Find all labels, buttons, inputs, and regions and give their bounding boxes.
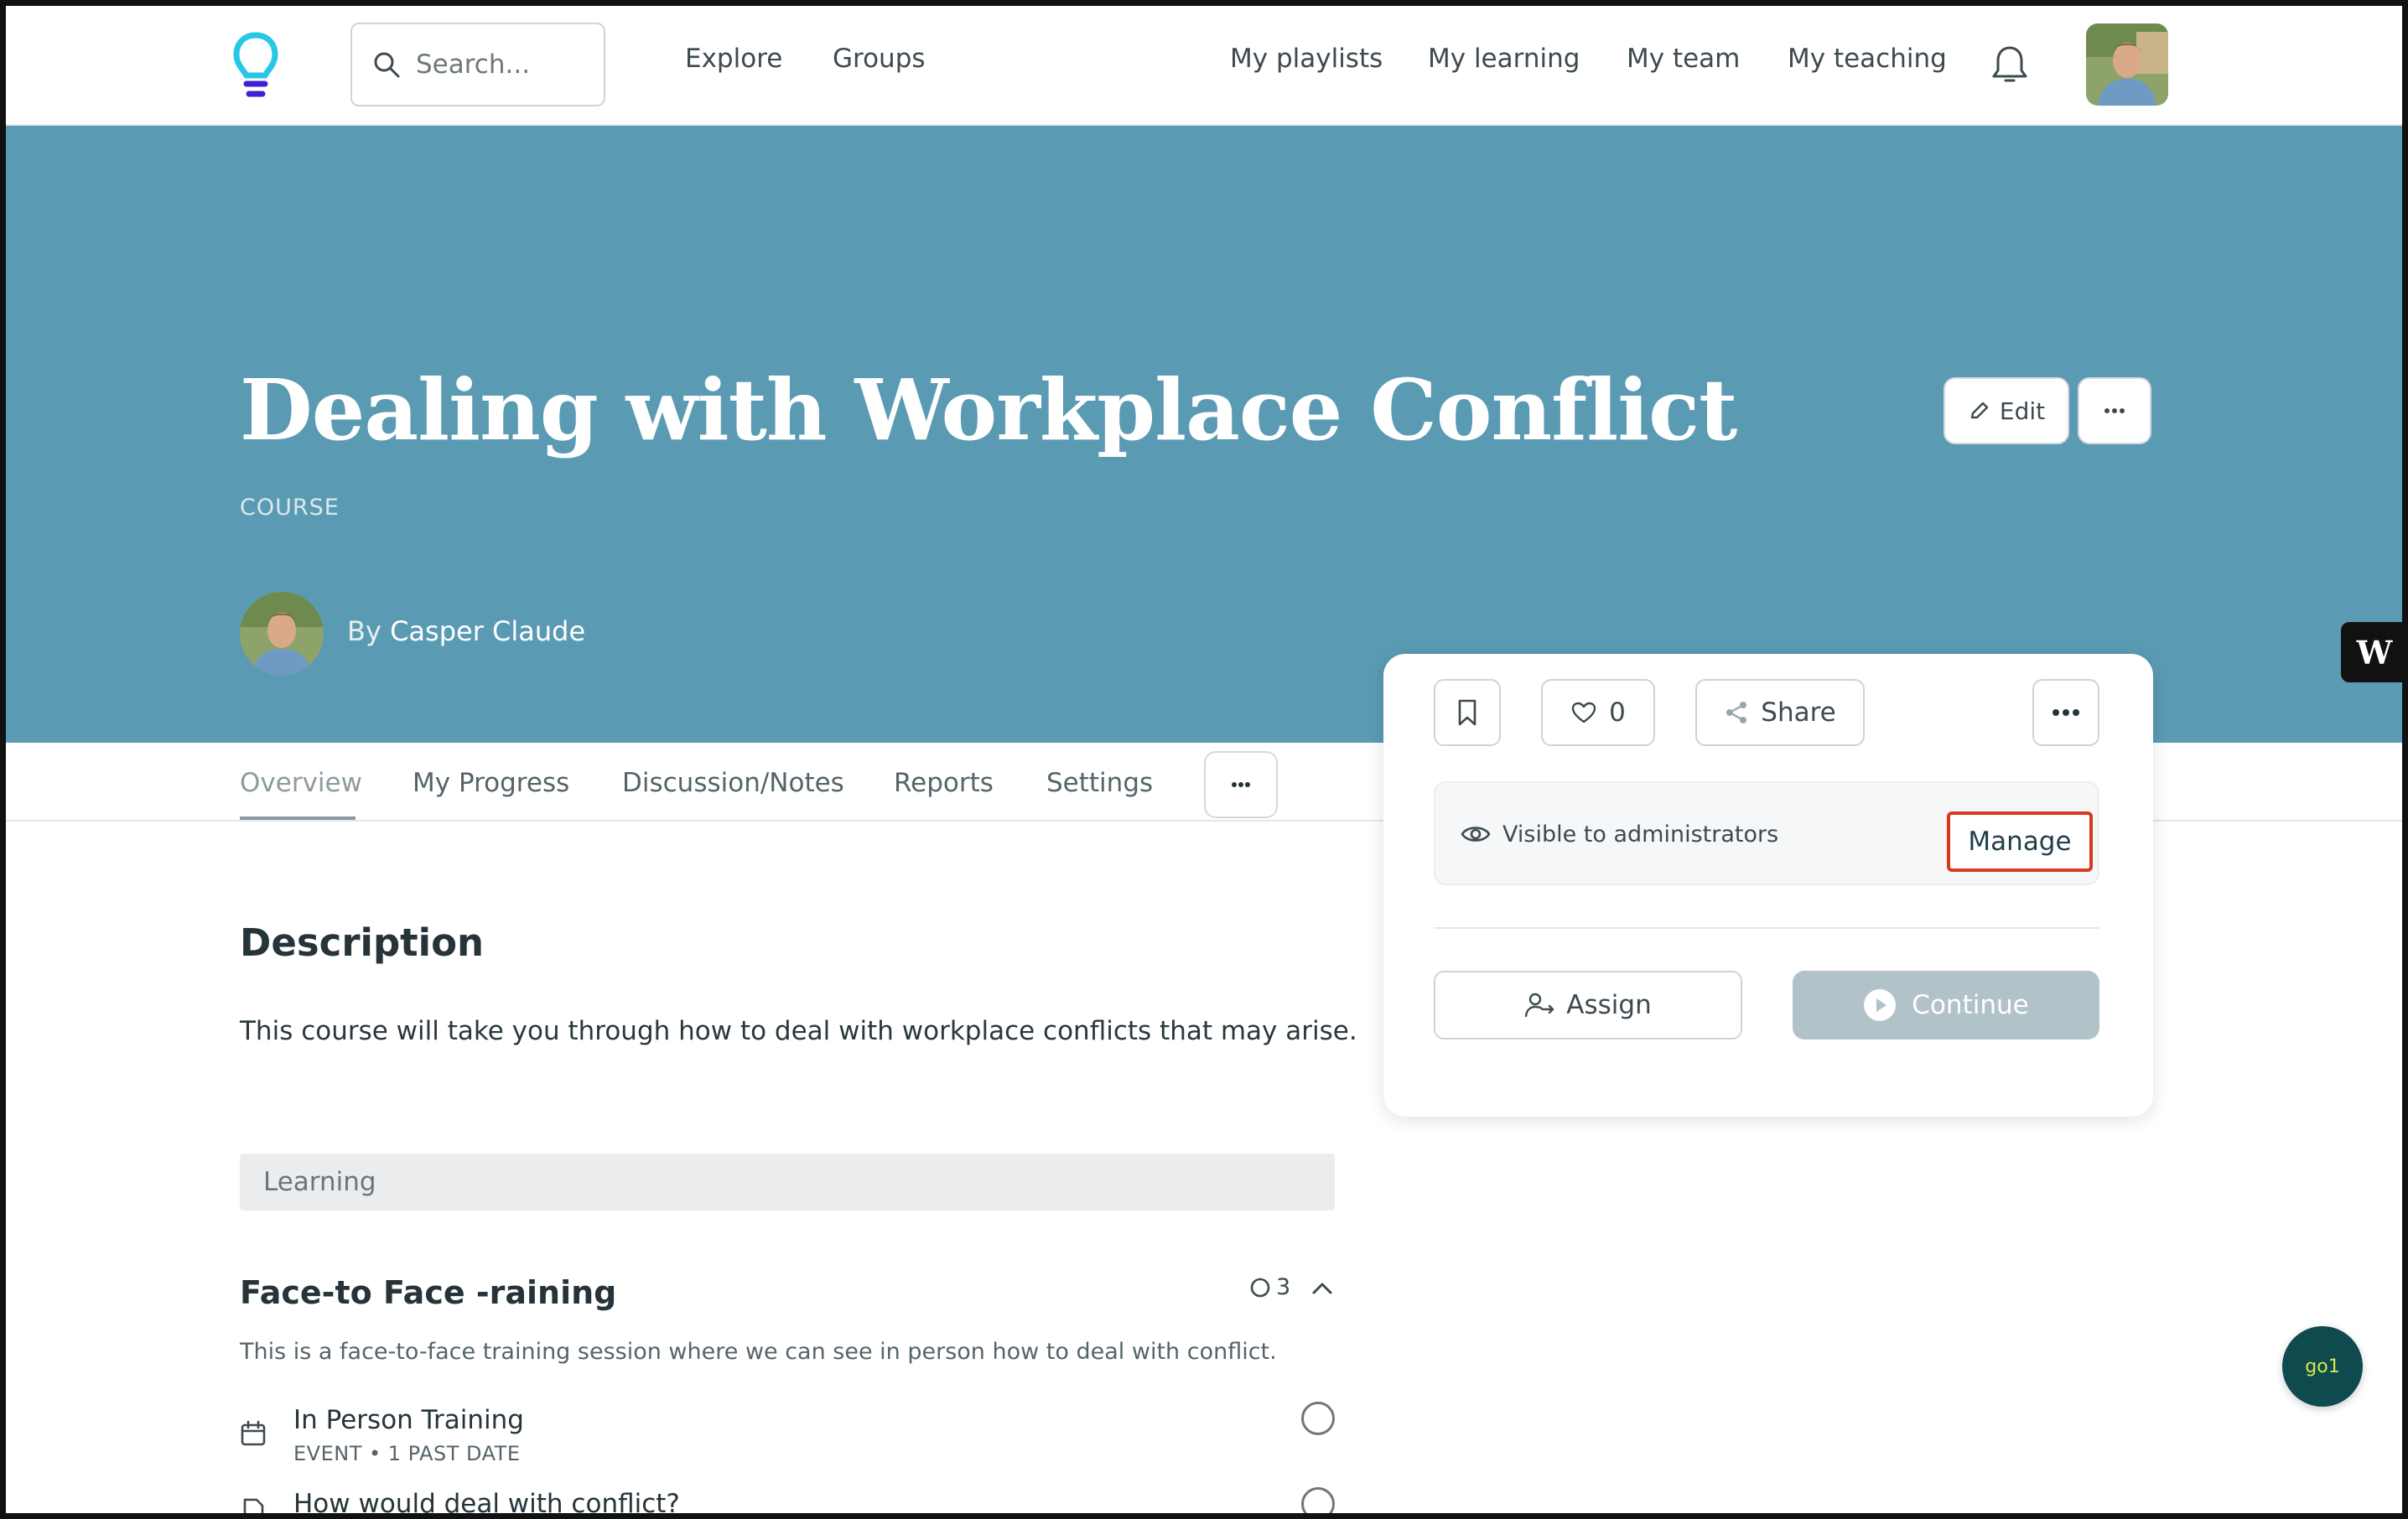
tab-reports[interactable]: Reports (894, 768, 994, 798)
active-tab-indicator (240, 817, 355, 820)
tab-my-progress[interactable]: My Progress (413, 768, 569, 798)
learning-section-header: Learning (240, 1154, 1335, 1211)
tab-overview[interactable]: Overview (240, 768, 362, 798)
pencil-icon (1970, 402, 1989, 419)
section-description: This is a face-to-face training session … (240, 1339, 1277, 1365)
user-avatar[interactable] (2086, 23, 2168, 106)
description-heading: Description (240, 920, 485, 965)
learning-label: Learning (263, 1167, 376, 1197)
visibility-panel: Visible to administrators Manage (1434, 781, 2099, 885)
author-name[interactable]: Casper Claude (390, 615, 585, 647)
w-badge-label: W (2356, 633, 2393, 671)
learning-item-meta: EVENT • 1 PAST DATE (293, 1442, 521, 1465)
card-divider (1434, 927, 2099, 929)
continue-button[interactable]: Continue (1793, 971, 2099, 1039)
like-button[interactable]: 0 (1541, 679, 1655, 746)
ellipsis-icon (1232, 782, 1250, 787)
like-count: 0 (1609, 697, 1626, 728)
w-extension-badge[interactable]: W (2341, 622, 2408, 682)
nav-my-team[interactable]: My team (1627, 44, 1740, 74)
eye-icon (1461, 827, 1491, 842)
nav-my-learning[interactable]: My learning (1428, 44, 1580, 74)
visibility-text: Visible to administrators (1502, 822, 1779, 848)
course-hero: Dealing with Workplace Conflict COURSE B… (0, 126, 2408, 743)
continue-label: Continue (1912, 990, 2029, 1020)
ellipsis-icon (2053, 709, 2079, 716)
document-icon (243, 1498, 264, 1519)
assign-button[interactable]: Assign (1434, 971, 1742, 1039)
hero-more-button[interactable] (2078, 377, 2151, 444)
tabs-more-button[interactable] (1204, 751, 1278, 818)
author-avatar[interactable] (240, 592, 324, 676)
author-line: By Casper Claude (347, 615, 585, 647)
search-icon (374, 52, 400, 78)
description-text: This course will take you through how to… (240, 1016, 1357, 1046)
share-label: Share (1761, 697, 1836, 728)
ellipsis-icon (2104, 408, 2125, 413)
top-navigation: Explore Groups My playlists My learning … (0, 0, 2408, 126)
item-completion-checkbox[interactable] (1301, 1487, 1335, 1519)
card-more-button[interactable] (2032, 679, 2099, 746)
lightbulb-logo-icon[interactable] (231, 30, 280, 101)
chevron-up-icon[interactable] (1310, 1276, 1335, 1301)
course-type-label: COURSE (240, 495, 340, 521)
edit-button[interactable]: Edit (1944, 377, 2069, 444)
nav-explore[interactable]: Explore (685, 44, 782, 74)
go1-label: go1 (2305, 1356, 2340, 1377)
nav-groups[interactable]: Groups (833, 44, 926, 74)
section-title: Face-to Face -raining (240, 1274, 617, 1311)
play-icon (1864, 989, 1897, 1021)
bookmark-icon (1458, 699, 1476, 726)
share-icon (1726, 702, 1747, 723)
item-completion-checkbox[interactable] (1301, 1402, 1335, 1435)
author-prefix: By (347, 615, 381, 647)
edit-label: Edit (1999, 397, 2046, 425)
section-count-value: 3 (1276, 1274, 1291, 1300)
learning-item-title[interactable]: How would deal with conflict? (293, 1489, 680, 1519)
assign-label: Assign (1566, 990, 1652, 1020)
circle-icon (1250, 1278, 1270, 1297)
share-button[interactable]: Share (1695, 679, 1865, 746)
search-input[interactable] (416, 49, 584, 80)
bell-icon[interactable] (1990, 44, 2029, 86)
manage-visibility-button[interactable]: Manage (1947, 811, 2093, 872)
calendar-icon (241, 1420, 266, 1446)
tab-settings[interactable]: Settings (1046, 768, 1153, 798)
tab-discussion-notes[interactable]: Discussion/Notes (622, 768, 844, 798)
search-box[interactable] (350, 23, 605, 106)
course-action-card: 0 Share Visible to administrators Manage (1383, 654, 2153, 1117)
nav-my-playlists[interactable]: My playlists (1230, 44, 1383, 74)
course-title: Dealing with Workplace Conflict (240, 360, 1737, 459)
heart-icon (1571, 702, 1596, 723)
bookmark-button[interactable] (1434, 679, 1501, 746)
manage-label: Manage (1968, 827, 2072, 857)
learning-item-title[interactable]: In Person Training (293, 1405, 524, 1435)
assign-user-icon (1525, 993, 1554, 1018)
go1-help-button[interactable]: go1 (2282, 1326, 2363, 1407)
nav-my-teaching[interactable]: My teaching (1788, 44, 1947, 74)
section-item-count: 3 (1249, 1274, 1290, 1300)
